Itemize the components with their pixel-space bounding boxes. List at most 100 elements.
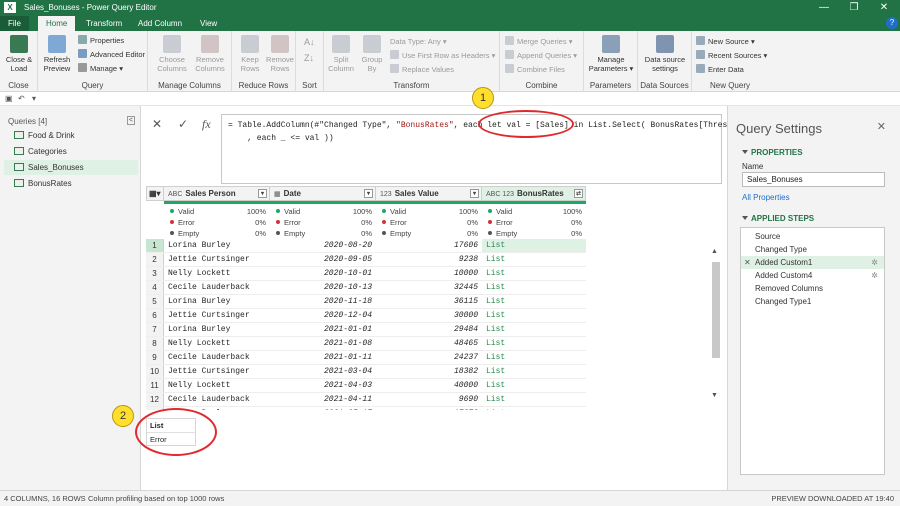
table-row[interactable]: 6 Jettie Curtsinger 2020-12-04 30000 List (146, 309, 586, 323)
undo-icon[interactable]: ↶ (18, 94, 25, 103)
cell-bonusrates[interactable]: List (482, 267, 586, 280)
append-queries-button[interactable]: Append Queries ▾ (505, 50, 577, 62)
cell-bonusrates[interactable]: List (482, 351, 586, 364)
tab-home[interactable]: Home (38, 16, 76, 31)
table-row[interactable]: 2 Jettie Curtsinger 2020-09-05 9238 List (146, 253, 586, 267)
table-row[interactable]: 13Lorina Burley2021-05-1717273List (146, 407, 586, 410)
step-changed-type[interactable]: Changed Type (741, 243, 884, 256)
table-row[interactable]: 9 Cecile Lauderback 2021-01-11 24237 List (146, 351, 586, 365)
save-icon[interactable]: ▣ (5, 94, 13, 103)
scroll-up-icon[interactable]: ▲ (711, 248, 718, 255)
group-by-button[interactable]: Group By (358, 35, 386, 73)
cancel-formula-icon[interactable]: ✕ (152, 117, 162, 131)
data-source-settings-button[interactable]: Data source settings (640, 35, 690, 73)
tab-view[interactable]: View (192, 16, 225, 31)
table-row[interactable]: 7 Lorina Burley 2021-01-01 29484 List (146, 323, 586, 337)
tab-transform[interactable]: Transform (78, 16, 130, 31)
query-item-sales-bonuses[interactable]: Sales_Bonuses (4, 160, 138, 175)
cell-bonusrates[interactable]: List (482, 309, 586, 322)
cell-bonusrates[interactable]: List (482, 323, 586, 336)
query-item-food-drink[interactable]: Food & Drink (4, 128, 138, 143)
step-added-custom4[interactable]: Added Custom4 ✲ (741, 269, 884, 282)
query-name-input[interactable]: Sales_Bonuses (742, 172, 885, 187)
cell-bonusrates[interactable]: List (482, 253, 586, 266)
expand-column-icon[interactable]: ⇄ (574, 189, 583, 198)
manage-parameters-button[interactable]: Manage Parameters ▾ (586, 35, 636, 73)
filter-dropdown-icon[interactable]: ▾ (258, 189, 267, 198)
scrollbar-thumb[interactable] (712, 262, 720, 358)
applied-steps-header[interactable]: APPLIED STEPS (742, 214, 814, 223)
table-row[interactable]: 4 Cecile Lauderback 2020-10-13 32445 List (146, 281, 586, 295)
replace-values-button[interactable]: Replace Values (390, 64, 454, 76)
first-row-headers-button[interactable]: Use First Row as Headers ▾ (390, 50, 495, 62)
manage-button[interactable]: Manage ▾ (78, 63, 123, 75)
cell-bonusrates[interactable]: List (482, 281, 586, 294)
cell-date: 2021-04-11 (323, 395, 372, 404)
combine-files-button[interactable]: Combine Files (505, 64, 565, 76)
collapse-queries-icon[interactable]: < (126, 116, 135, 125)
query-item-categories[interactable]: Categories (4, 144, 138, 159)
properties-button[interactable]: Properties (78, 35, 124, 47)
scroll-down-icon[interactable]: ▼ (711, 392, 718, 399)
table-row[interactable]: 8 Nelly Lockett 2021-01-08 48465 List (146, 337, 586, 351)
help-icon[interactable]: ? (886, 17, 898, 29)
new-source-button[interactable]: New Source ▾ (696, 36, 755, 48)
all-properties-link[interactable]: All Properties (742, 193, 790, 202)
table-row[interactable]: 3 Nelly Lockett 2020-10-01 10000 List (146, 267, 586, 281)
split-column-button[interactable]: Split Column (326, 35, 356, 73)
query-item-bonusrates[interactable]: BonusRates (4, 176, 138, 191)
enter-data-button[interactable]: Enter Data (696, 64, 744, 76)
sort-descending-icon[interactable]: Z↓ (304, 53, 314, 63)
choose-columns-button[interactable]: Choose Columns (154, 35, 190, 73)
step-added-custom1[interactable]: ✕ Added Custom1 ✲ (741, 256, 884, 269)
minimize-icon[interactable]: — (810, 0, 838, 16)
cell-bonusrates[interactable]: List (482, 239, 586, 252)
status-profiling[interactable]: Column profiling based on top 1000 rows (88, 494, 224, 503)
merge-queries-button[interactable]: Merge Queries ▾ (505, 36, 572, 48)
table-menu-icon[interactable]: ▦▾ (146, 186, 164, 201)
cell-bonusrates[interactable]: List (482, 295, 586, 308)
step-source[interactable]: Source (741, 230, 884, 243)
table-row[interactable]: 10 Jettie Curtsinger 2021-03-04 18382 List (146, 365, 586, 379)
close-load-button[interactable]: Close & Load (2, 35, 36, 73)
filter-dropdown-icon[interactable]: ▾ (470, 189, 479, 198)
customize-toolbar-icon[interactable]: ▾ (32, 94, 36, 103)
cell-bonusrates[interactable]: List (482, 365, 586, 378)
advanced-editor-button[interactable]: Advanced Editor (78, 49, 145, 61)
remove-rows-button[interactable]: Remove Rows (265, 35, 295, 73)
tab-add-column[interactable]: Add Column (130, 16, 190, 31)
filter-dropdown-icon[interactable]: ▾ (364, 189, 373, 198)
function-icon[interactable]: fx (202, 117, 211, 132)
table-row[interactable]: 12 Cecile Lauderback 2021-04-11 9690 List (146, 393, 586, 407)
cell-bonusrates[interactable]: List (482, 379, 586, 392)
tab-file[interactable]: File (0, 16, 29, 31)
delete-step-icon[interactable]: ✕ (744, 256, 751, 269)
table-row[interactable]: 11 Nelly Lockett 2021-04-03 40000 List (146, 379, 586, 393)
table-row[interactable]: 5 Lorina Burley 2020-11-18 36115 List (146, 295, 586, 309)
sort-ascending-icon[interactable]: A↓ (304, 37, 315, 47)
step-settings-gear-icon[interactable]: ✲ (871, 256, 878, 269)
keep-rows-button[interactable]: Keep Rows (236, 35, 264, 73)
cell-bonusrates[interactable]: List (482, 393, 586, 406)
commit-formula-icon[interactable]: ✓ (178, 117, 188, 131)
data-type-dropdown[interactable]: Data Type: Any ▾ (390, 36, 447, 48)
column-header-sales-value[interactable]: 123 Sales Value ▾ (376, 186, 482, 201)
title-bar: X Sales_Bonuses - Power Query Editor — ❐… (0, 0, 900, 16)
step-settings-gear-icon[interactable]: ✲ (871, 269, 878, 282)
close-window-icon[interactable]: ✕ (870, 0, 898, 16)
cell-bonusrates[interactable]: List (482, 407, 586, 410)
restore-icon[interactable]: ❐ (840, 0, 868, 16)
step-removed-columns[interactable]: Removed Columns (741, 282, 884, 295)
table-row[interactable]: 1 Lorina Burley 2020-08-20 17606 List (146, 239, 586, 253)
properties-header[interactable]: PROPERTIES (742, 148, 803, 157)
remove-columns-button[interactable]: Remove Columns (192, 35, 228, 73)
recent-sources-button[interactable]: Recent Sources ▾ (696, 50, 767, 62)
cell-bonusrates[interactable]: List (482, 337, 586, 350)
column-header-sales-person[interactable]: ABC Sales Person ▾ (164, 186, 270, 201)
formula-bar[interactable]: = Table.AddColumn(#"Changed Type", "Bonu… (221, 114, 751, 184)
step-changed-type1[interactable]: Changed Type1 (741, 295, 884, 308)
close-settings-icon[interactable]: ✕ (877, 120, 886, 133)
column-header-date[interactable]: ▦ Date ▾ (270, 186, 376, 201)
refresh-preview-button[interactable]: Refresh Preview (40, 35, 74, 73)
column-header-bonusrates[interactable]: ABC 123 BonusRates ⇄ (482, 186, 586, 201)
